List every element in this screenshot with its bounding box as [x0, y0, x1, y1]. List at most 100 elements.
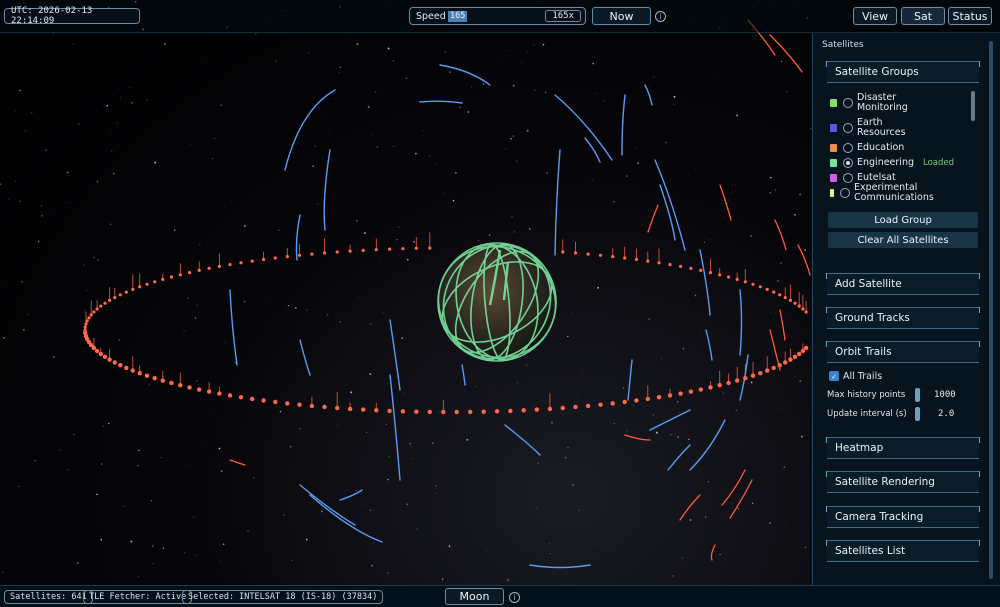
- geo-satellite: [428, 232, 432, 250]
- group-item-disaster-monitoring[interactable]: Disaster Monitoring: [830, 93, 908, 113]
- star: [243, 225, 246, 227]
- geo-satellite: [239, 261, 243, 265]
- geo-satellite: [765, 356, 770, 373]
- geo-satellite: [561, 239, 565, 254]
- star: [120, 513, 122, 515]
- speed-input[interactable]: 165: [448, 11, 468, 22]
- star: [356, 43, 359, 46]
- star: [180, 204, 182, 206]
- star: [397, 327, 399, 329]
- star: [52, 355, 55, 358]
- star: [189, 464, 191, 465]
- group-item-earth-resources[interactable]: Earth Resources: [830, 118, 906, 138]
- view-button[interactable]: View: [853, 7, 897, 25]
- star: [200, 441, 201, 442]
- star: [247, 530, 249, 532]
- info-icon[interactable]: i: [509, 592, 520, 603]
- add-satellite-section[interactable]: Add Satellite: [826, 273, 980, 295]
- status-button[interactable]: Status: [948, 7, 992, 25]
- star: [751, 502, 754, 505]
- star: [380, 257, 382, 259]
- globe-viewport[interactable]: [0, 0, 812, 585]
- geo-satellite: [187, 385, 192, 390]
- geo-satellite: [656, 395, 662, 400]
- geo-satellite: [547, 393, 553, 412]
- group-radio-selected[interactable]: [843, 158, 853, 168]
- star: [263, 275, 265, 277]
- geo-satellite: [145, 282, 149, 286]
- geo-satellite: [95, 300, 99, 311]
- group-radio[interactable]: [843, 143, 853, 153]
- geo-satellite: [309, 396, 315, 409]
- update-interval-slider[interactable]: [915, 407, 920, 421]
- geo-satellite: [152, 376, 157, 381]
- star: [626, 430, 628, 432]
- group-radio[interactable]: [843, 123, 853, 133]
- star: [799, 193, 802, 196]
- tle-fetcher-status: TLE Fetcher: Active: [83, 590, 193, 604]
- star: [250, 275, 252, 277]
- star: [603, 100, 606, 102]
- max-history-value: 1000: [934, 390, 956, 400]
- panel-scrollbar[interactable]: [989, 41, 993, 579]
- star: [340, 263, 342, 265]
- heatmap-section[interactable]: Heatmap: [826, 437, 980, 459]
- all-trails-checkbox[interactable]: ✓: [829, 371, 839, 381]
- panel-scroll-thumb[interactable]: [989, 41, 993, 579]
- star: [444, 51, 447, 53]
- max-history-slider[interactable]: [915, 388, 920, 402]
- star: [428, 551, 430, 552]
- satellites-list-section[interactable]: Satellites List: [826, 540, 980, 562]
- star: [18, 485, 20, 487]
- star: [193, 516, 195, 518]
- star: [97, 258, 100, 261]
- geo-satellite: [788, 284, 793, 302]
- now-button[interactable]: Now: [592, 7, 651, 25]
- geo-satellite: [118, 293, 122, 297]
- star: [578, 509, 580, 511]
- star: [516, 160, 518, 162]
- geo-satellite: [273, 256, 277, 260]
- load-group-button[interactable]: Load Group: [828, 212, 978, 228]
- geo-satellite: [250, 396, 255, 402]
- star: [148, 384, 150, 386]
- geo-satellite: [679, 264, 683, 268]
- star: [234, 361, 236, 364]
- sat-button[interactable]: Sat: [901, 7, 945, 25]
- geo-satellite: [161, 273, 165, 281]
- ground-tracks-section[interactable]: Ground Tracks: [826, 307, 980, 329]
- star: [387, 571, 389, 574]
- orbit-trails-section[interactable]: Orbit Trails: [826, 341, 980, 363]
- loaded-badge: Loaded: [923, 158, 955, 168]
- group-item-experimental-communications[interactable]: Experimental Communications: [830, 183, 934, 203]
- star: [387, 478, 389, 481]
- star: [441, 578, 444, 580]
- top-bar: UTC: 2026-02-13 22:14:09 Speed 165 165x …: [0, 0, 1000, 33]
- star: [112, 95, 114, 96]
- star: [30, 111, 33, 114]
- earth-globe[interactable]: [423, 226, 572, 378]
- star: [800, 435, 803, 438]
- info-icon[interactable]: i: [655, 11, 666, 22]
- star: [343, 203, 344, 204]
- star: [804, 248, 807, 251]
- geo-satellite: [107, 349, 112, 362]
- star: [512, 135, 515, 137]
- satellite-groups-section[interactable]: Satellite Groups: [826, 61, 980, 83]
- group-radio[interactable]: [843, 98, 853, 108]
- clear-all-satellites-button[interactable]: Clear All Satellites: [828, 232, 978, 248]
- star: [504, 148, 506, 150]
- group-radio[interactable]: [843, 173, 853, 183]
- satellite-rendering-section[interactable]: Satellite Rendering: [826, 471, 980, 493]
- star: [703, 241, 705, 243]
- star: [372, 542, 375, 544]
- camera-tracking-section[interactable]: Camera Tracking: [826, 506, 980, 528]
- star: [134, 253, 136, 255]
- moon-button[interactable]: Moon: [445, 588, 504, 605]
- group-radio[interactable]: [840, 188, 850, 198]
- star: [624, 425, 626, 427]
- geo-satellite: [197, 387, 202, 392]
- star: [3, 337, 5, 339]
- group-list-scrollbar[interactable]: [971, 91, 975, 121]
- star: [775, 189, 777, 191]
